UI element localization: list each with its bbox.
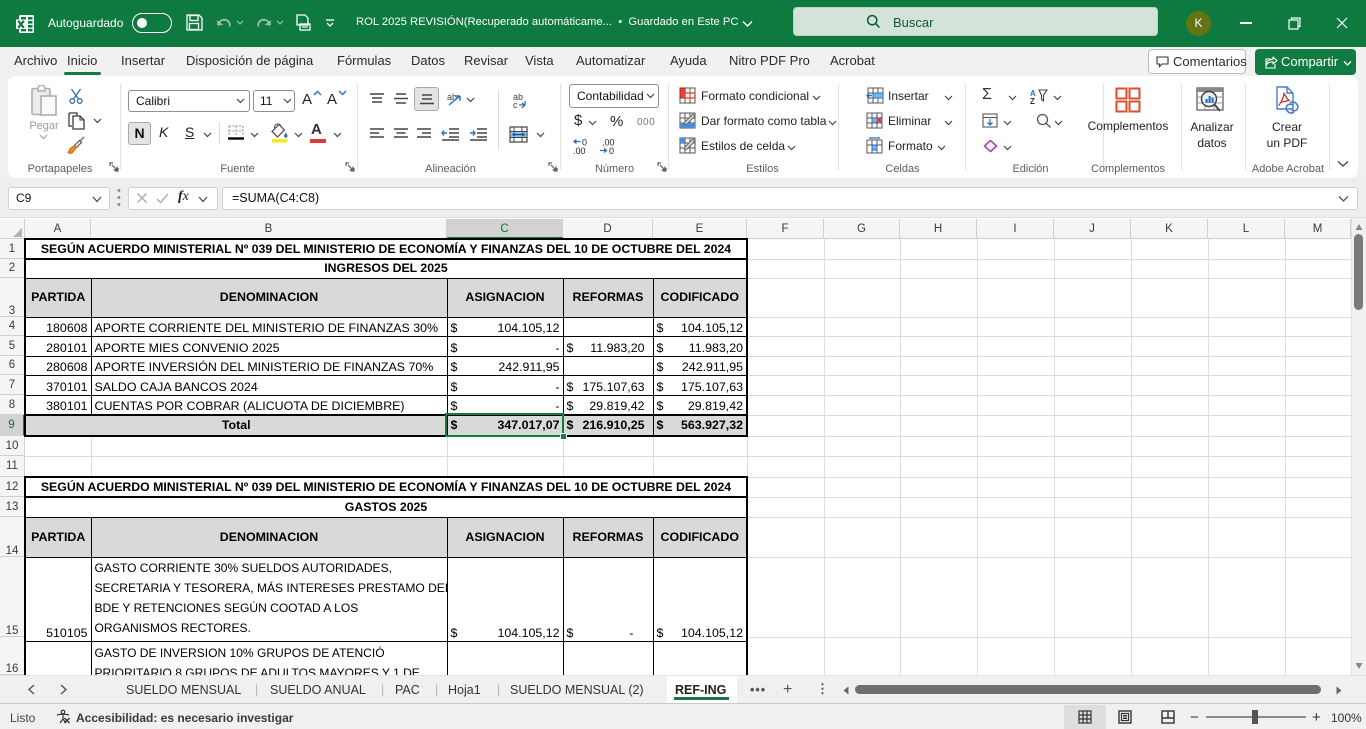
svg-text:0: 0 [609, 146, 614, 154]
svg-text:,00: ,00 [573, 146, 586, 154]
svg-text:Z: Z [1030, 97, 1035, 104]
svg-text:c: c [513, 100, 518, 110]
